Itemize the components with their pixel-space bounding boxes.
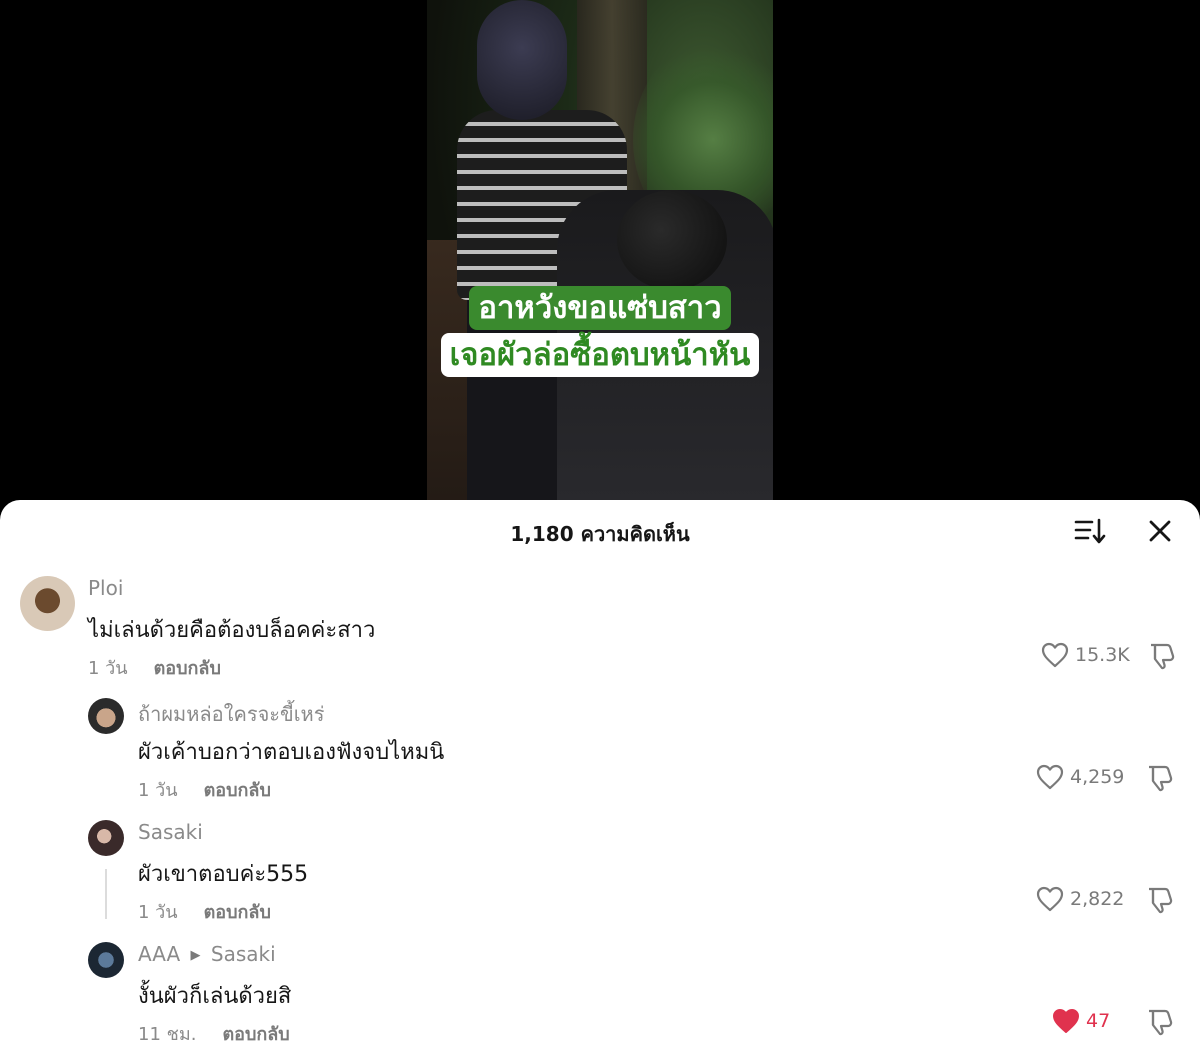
comments-sheet: 1,180 ความคิดเห็น Ploi ไม่เล่นด้วยคือต้อ…	[0, 500, 1200, 1063]
like-count: 47	[1086, 1010, 1111, 1032]
video-person-sitting-head	[617, 190, 727, 290]
video-caption-line1: อาหวังขอแซ่บสาว	[427, 286, 773, 330]
comment-text: ผัวเขาตอบค่ะ555	[138, 862, 309, 887]
thread-line	[105, 869, 107, 919]
like-button[interactable]: 4,259	[1036, 764, 1124, 790]
like-count: 15.3K	[1075, 644, 1130, 666]
heart-filled-icon	[1053, 1009, 1079, 1033]
comment-username[interactable]: Sasaki	[138, 820, 203, 844]
sort-icon	[1074, 518, 1106, 544]
comment-meta: 1 วัน ตอบกลับ	[88, 653, 221, 682]
comment-username[interactable]: Ploi	[88, 576, 123, 600]
comment-text: งั้นผัวก็เล่นด้วยสิ	[138, 984, 292, 1009]
comment-text: ผัวเค้าบอกว่าตอบเองฟังจบไหมนิ	[138, 740, 445, 765]
close-button[interactable]	[1146, 517, 1174, 545]
video-caption-line2: เจอผัวล่อซื้อตบหน้าหัน	[427, 333, 773, 377]
comments-count-title: 1,180 ความคิดเห็น	[510, 522, 690, 546]
heart-outline-icon	[1036, 764, 1064, 790]
like-button[interactable]: 15.3K	[1041, 642, 1130, 668]
reply-button[interactable]: ตอบกลับ	[204, 897, 271, 926]
close-icon	[1149, 520, 1171, 542]
thumbs-down-icon	[1149, 1009, 1173, 1036]
reply-arrow-icon: ▶	[190, 948, 201, 963]
thumbs-down-icon	[1151, 643, 1175, 670]
dislike-button[interactable]	[1145, 764, 1175, 792]
comment-meta: 1 วัน ตอบกลับ	[138, 775, 271, 804]
reply-button[interactable]: ตอบกลับ	[154, 653, 221, 682]
avatar[interactable]	[88, 942, 124, 978]
avatar[interactable]	[20, 576, 75, 631]
like-count: 2,822	[1070, 888, 1125, 910]
comment-meta: 1 วัน ตอบกลับ	[138, 897, 271, 926]
comment-time: 1 วัน	[88, 658, 128, 679]
heart-outline-icon	[1036, 886, 1064, 912]
comment-meta: 11 ชม. ตอบกลับ	[138, 1019, 290, 1048]
like-button[interactable]: 47	[1052, 1008, 1110, 1034]
comment-username-row: AAA ▶ Sasaki	[138, 942, 276, 966]
reply-button[interactable]: ตอบกลับ	[204, 775, 271, 804]
comment-username[interactable]: AAA	[138, 942, 180, 966]
avatar[interactable]	[88, 698, 124, 734]
reply-button[interactable]: ตอบกลับ	[222, 1019, 289, 1048]
thumbs-down-icon	[1149, 765, 1173, 792]
comment-time: 11 ชม.	[138, 1024, 197, 1045]
video-player[interactable]: อาหวังขอแซ่บสาว เจอผัวล่อซื้อตบหน้าหัน	[427, 0, 773, 500]
comment-username[interactable]: ถ้าผมหล่อใครจะขี้เหร่	[138, 698, 324, 730]
like-count: 4,259	[1070, 766, 1125, 788]
dislike-button[interactable]	[1147, 642, 1177, 670]
thumbs-down-icon	[1149, 887, 1173, 914]
comment-time: 1 วัน	[138, 902, 178, 923]
heart-outline-icon	[1041, 642, 1069, 668]
video-background: อาหวังขอแซ่บสาว เจอผัวล่อซื้อตบหน้าหัน	[0, 0, 1200, 520]
video-caption-line2-text: เจอผัวล่อซื้อตบหน้าหัน	[440, 333, 760, 377]
dislike-button[interactable]	[1145, 886, 1175, 914]
like-button[interactable]: 2,822	[1036, 886, 1124, 912]
comment-text: ไม่เล่นด้วยคือต้องบล็อคค่ะสาว	[88, 618, 376, 643]
sort-button[interactable]	[1074, 517, 1106, 545]
comment-time: 1 วัน	[138, 780, 178, 801]
dislike-button[interactable]	[1145, 1008, 1175, 1036]
video-person-head	[477, 0, 567, 120]
avatar[interactable]	[88, 820, 124, 856]
comments-header: 1,180 ความคิดเห็น	[0, 500, 1200, 562]
reply-to-username[interactable]: Sasaki	[211, 942, 276, 966]
video-caption-line1-text: อาหวังขอแซ่บสาว	[469, 286, 731, 330]
